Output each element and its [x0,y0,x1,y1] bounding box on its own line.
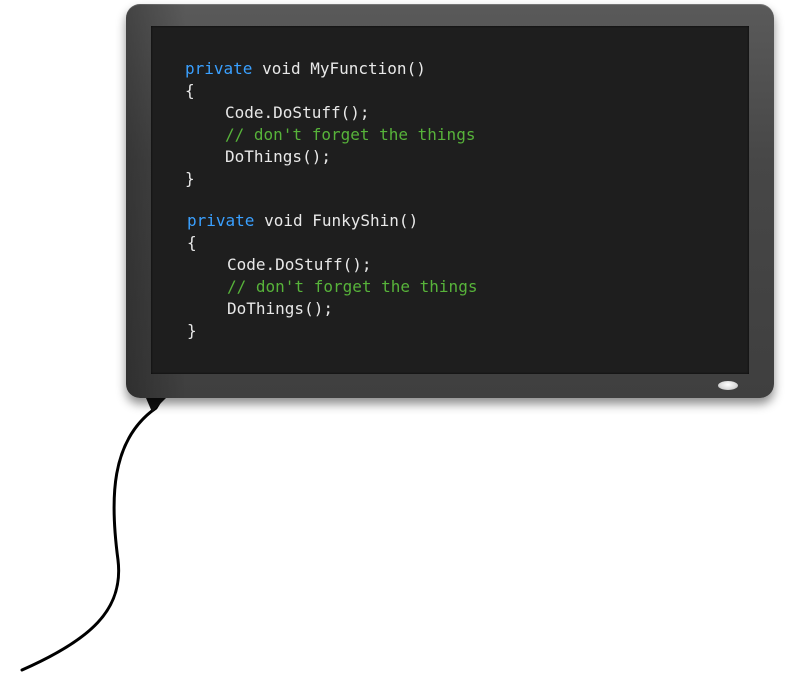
code-block-my-function: private void MyFunction(){Code.DoStuff()… [185,58,475,190]
code-statement: DoThings(); [227,299,333,318]
screen: private void MyFunction(){Code.DoStuff()… [151,26,749,374]
code-statement: Code.DoStuff(); [225,103,370,122]
code-keyword: private [185,59,253,78]
code-comment: // don't forget the things [227,277,478,296]
code-block-funky-shin: private void FunkyShin(){Code.DoStuff();… [187,210,477,342]
code-signature-text: void MyFunction() [252,59,426,78]
monitor: private void MyFunction(){Code.DoStuff()… [126,4,774,398]
code-open-brace: { [187,233,197,252]
code-statement: Code.DoStuff(); [227,255,372,274]
code-statement: DoThings(); [225,147,331,166]
code-signature: private void FunkyShin() [187,210,477,232]
code-keyword: private [187,211,255,230]
code-open-brace: { [185,81,195,100]
power-led-icon [718,381,738,390]
code-signature: private void MyFunction() [185,58,475,80]
code-close-brace: } [185,169,195,188]
code-signature-text: void FunkyShin() [254,211,419,230]
code-close-brace: } [187,321,197,340]
code-comment: // don't forget the things [225,125,476,144]
